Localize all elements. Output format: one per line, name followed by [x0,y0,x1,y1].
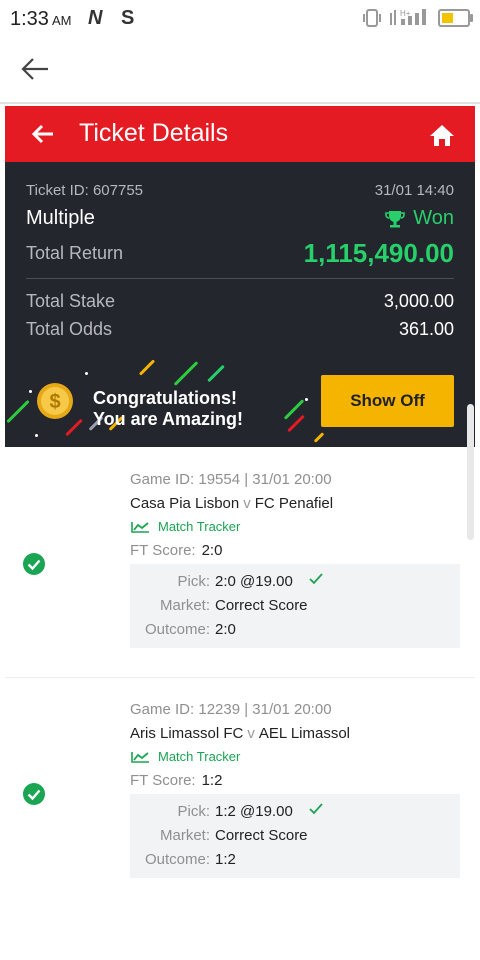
total-stake-label: Total Stake [26,291,116,311]
confetti-dot [85,372,88,375]
pick-row: Pick: 2:0 @19.00 [130,573,460,597]
ft-score-value: 2:0 [201,542,223,559]
time-value: 1:33 [10,8,49,30]
congrats-banner: $ Congratulations! You are Amazing! Show… [5,358,475,447]
outcome-label: Outcome: [144,851,210,868]
match-tracker-label: Match Tracker [158,519,241,534]
back-button[interactable] [32,124,54,144]
total-return-label: Total Return [26,243,124,263]
versus-label: v [247,725,255,742]
home-icon[interactable] [429,123,455,147]
market-value: Correct Score [215,597,308,614]
status-label: Won [413,207,454,229]
ticket-id: Ticket ID: 607755 [26,182,144,199]
outcome-row: Outcome: 1:2 [130,851,460,875]
checkmark-icon [309,803,323,815]
total-return-value: 1,115,490.00 [303,238,454,268]
ft-score-label: FT Score: [130,772,196,789]
confetti-streak [65,418,83,437]
app-bar [0,38,480,102]
scrollbar[interactable] [467,404,474,540]
match-tracker-label: Match Tracker [158,749,241,764]
match-tracker-link[interactable]: Match Tracker [130,519,240,534]
summary-divider [26,278,454,279]
confetti-dot [35,434,38,437]
check-circle-icon [23,553,45,575]
market-value: Correct Score [215,827,308,844]
pick-row: Pick: 1:2 @19.00 [130,803,460,827]
ticket-summary: Ticket ID: 607755 31/01 14:40 Multiple W… [5,162,475,447]
outcome-label: Outcome: [144,621,210,638]
page-title: Ticket Details [79,119,229,147]
home-team: Aris Limassol FC [130,725,244,742]
confetti-dot [305,398,308,401]
notification-n-icon: N [88,7,103,29]
vibrate-icon [363,9,381,27]
congrats-line-2: You are Amazing! [93,409,244,429]
ft-score: FT Score: 2:0 [130,542,222,559]
app-bar-divider [0,102,480,104]
market-label: Market: [159,597,210,614]
back-arrow-icon[interactable] [20,56,50,82]
confetti-streak [173,361,199,386]
match-teams: Aris Limassol FC v AEL Limassol [130,725,350,742]
pick-value: 2:0 @19.00 [215,573,293,590]
check-circle-icon [23,783,45,805]
match-tracker-link[interactable]: Match Tracker [130,749,240,764]
signal-icon: H+ [390,9,426,25]
chart-line-icon [131,521,149,533]
ft-score-label: FT Score: [130,542,196,559]
home-team: Casa Pia Lisbon [130,495,240,512]
coin-icon: $ [37,383,73,419]
away-team: AEL Limassol [258,725,351,742]
time-ampm: AM [51,13,72,28]
ticket-card: Ticket Details Ticket ID: 607755 31/01 1… [5,106,475,890]
congrats-text: Congratulations! You are Amazing! [93,388,243,430]
status-icons: H+ [362,8,473,28]
pick-value: 1:2 @19.00 [215,803,293,820]
ticket-header: Ticket Details [5,106,475,162]
pick-label: Pick: [177,803,210,820]
game-id: Game ID: 12239 | 31/01 20:00 [130,701,332,718]
pick-details: Pick: 2:0 @19.00 Market: Correct Score O… [130,564,460,648]
game-item: Game ID: 12239 | 31/01 20:00 Aris Limass… [5,678,475,890]
notification-s-icon: S [121,7,135,29]
ticket-status: Won [385,207,454,230]
market-row: Market: Correct Score [130,597,460,621]
confetti-dot [29,390,32,393]
confetti-streak [138,359,156,376]
battery-icon [438,9,473,27]
status-bar: 1:33 AM N S H+ [0,0,480,38]
game-item: Game ID: 19554 | 31/01 20:00 Casa Pia Li… [5,447,475,678]
ticket-datetime: 31/01 14:40 [374,182,454,199]
status-time: 1:33 AM [10,8,71,31]
outcome-row: Outcome: 2:0 [130,621,460,645]
versus-label: v [243,495,251,512]
checkmark-icon [309,573,323,585]
svg-text:$: $ [49,391,60,413]
game-id: Game ID: 19554 | 31/01 20:00 [130,471,332,488]
total-stake-value: 3,000.00 [383,291,454,311]
confetti-streak [207,364,225,383]
market-row: Market: Correct Score [130,827,460,851]
ft-score-value: 1:2 [201,772,223,789]
ft-score: FT Score: 1:2 [130,772,222,789]
match-teams: Casa Pia Lisbon v FC Penafiel [130,495,333,512]
market-label: Market: [159,827,210,844]
pick-details: Pick: 1:2 @19.00 Market: Correct Score O… [130,794,460,878]
pick-label: Pick: [177,573,210,590]
away-team: FC Penafiel [254,495,334,512]
trophy-icon [385,210,406,227]
outcome-value: 2:0 [215,621,236,638]
confetti-streak [287,414,305,433]
total-odds-value: 361.00 [398,319,454,339]
bet-type: Multiple [26,207,95,229]
chart-line-icon [131,751,149,763]
show-off-button[interactable]: Show Off [321,375,454,427]
confetti-streak [6,399,30,424]
confetti-streak [313,432,325,443]
congrats-line-1: Congratulations! [93,388,237,408]
outcome-value: 1:2 [215,851,236,868]
total-odds-label: Total Odds [26,319,113,339]
